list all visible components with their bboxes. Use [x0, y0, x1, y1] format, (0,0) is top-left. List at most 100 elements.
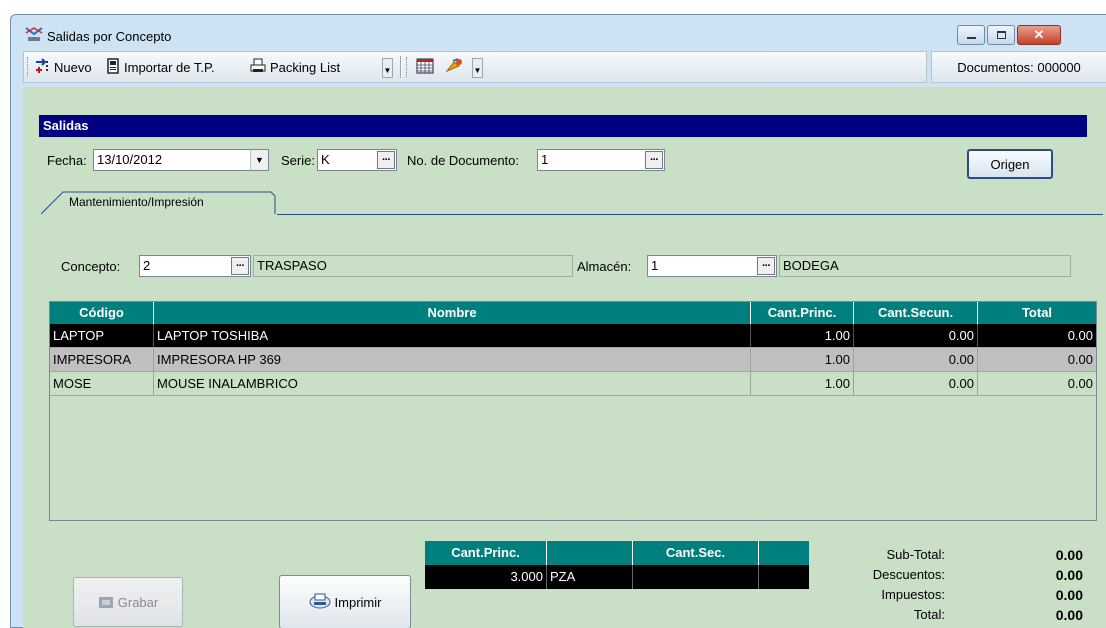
concepto-label: Concepto:: [61, 259, 121, 274]
quantity-summary-grid: Cant.Princ. Cant.Sec. 3.000 PZA: [425, 541, 809, 589]
grabar-button[interactable]: Grabar: [73, 577, 183, 627]
table-row[interactable]: LAPTOP LAPTOP TOSHIBA 1.00 0.00 0.00: [50, 324, 1096, 348]
toolbar-dropdown-1[interactable]: ▼: [382, 58, 393, 78]
cell-nombre: LAPTOP TOSHIBA: [154, 324, 751, 347]
cell-cant-princ: 1.00: [751, 348, 854, 371]
table-row[interactable]: IMPRESORA IMPRESORA HP 369 1.00 0.00 0.0…: [50, 348, 1096, 372]
column-header-cant-secun[interactable]: Cant.Secun.: [854, 302, 978, 324]
cell-codigo: LAPTOP: [50, 324, 154, 347]
toolbar-grip-2[interactable]: [406, 57, 409, 77]
grid-header: Código Nombre Cant.Princ. Cant.Secun. To…: [50, 302, 1096, 324]
close-icon: ✕: [1033, 27, 1045, 42]
cell-nombre: IMPRESORA HP 369: [154, 348, 751, 371]
taxes-value: 0.00: [1055, 587, 1083, 603]
summary-unit-sec: [759, 565, 809, 589]
printer-icon: [309, 592, 331, 613]
origen-button[interactable]: Origen: [967, 149, 1053, 179]
almacen-label: Almacén:: [577, 259, 632, 274]
serie-value: K: [321, 152, 330, 167]
tab-mantenimiento[interactable]: Mantenimiento/Impresión: [41, 191, 277, 215]
serie-label: Serie:: [281, 153, 315, 168]
close-button[interactable]: ✕: [1017, 25, 1061, 45]
cell-total: 0.00: [978, 372, 1096, 395]
column-header-total[interactable]: Total: [978, 302, 1096, 324]
summary-cant-princ: 3.000: [425, 565, 547, 589]
calendar-icon: [416, 58, 434, 77]
new-button[interactable]: Nuevo: [34, 56, 92, 78]
total-value: 0.00: [1055, 607, 1083, 623]
almacen-input[interactable]: 1 ···: [647, 255, 777, 277]
toolbar-grip[interactable]: [27, 57, 30, 77]
column-header-codigo[interactable]: Código: [50, 302, 154, 324]
origen-label: Origen: [990, 156, 1030, 172]
main-panel: Salidas Fecha: 13/10/2012 ▼ Serie: K ···…: [23, 87, 1106, 628]
document-number-label: No. de Documento:: [407, 153, 520, 168]
table-row[interactable]: MOSE MOUSE INALAMBRICO 1.00 0.00 0.00: [50, 372, 1096, 396]
column-header-cant-princ[interactable]: Cant.Princ.: [751, 302, 854, 324]
new-icon: [34, 57, 50, 77]
taxes-label: Impuestos:: [881, 587, 945, 602]
fecha-value: 13/10/2012: [97, 152, 163, 167]
summary-unit: PZA: [547, 565, 633, 589]
total-label: Total:: [913, 607, 945, 622]
cell-total: 0.00: [978, 348, 1096, 371]
document-number-input[interactable]: 1 ···: [537, 149, 665, 171]
discounts-label: Descuentos:: [872, 567, 945, 582]
maximize-button[interactable]: [987, 25, 1015, 45]
ellipsis-icon[interactable]: ···: [377, 151, 395, 169]
concepto-input[interactable]: 2 ···: [139, 255, 251, 277]
cell-cant-secun: 0.00: [854, 324, 978, 347]
window: Salidas por Concepto ✕ Nuevo Importar de…: [0, 0, 1106, 628]
discounts-value: 0.00: [1055, 567, 1083, 583]
quantity-summary-header: Cant.Princ. Cant.Sec.: [425, 541, 809, 565]
ellipsis-icon[interactable]: ···: [645, 151, 663, 169]
imprimir-label: Imprimir: [334, 594, 382, 610]
cell-codigo: MOSE: [50, 372, 154, 395]
minimize-icon: [966, 37, 976, 39]
summary-header-cant-sec: Cant.Sec.: [633, 541, 759, 565]
cell-cant-secun: 0.00: [854, 348, 978, 371]
title-bar[interactable]: Salidas por Concepto ✕: [11, 15, 1106, 49]
tab-divider: [277, 214, 1103, 215]
serie-input[interactable]: K ···: [317, 149, 397, 171]
summary-cant-sec: [633, 565, 759, 589]
summary-header-unit: [547, 541, 633, 565]
subtotal-label: Sub-Total:: [886, 547, 945, 562]
column-header-nombre[interactable]: Nombre: [154, 302, 751, 324]
documents-counter: Documentos: 000000: [931, 51, 1106, 83]
cell-cant-secun: 0.00: [854, 372, 978, 395]
almacen-value: 1: [651, 258, 659, 273]
subtotal-value: 0.00: [1055, 547, 1083, 563]
minimize-button[interactable]: [957, 25, 985, 45]
almacen-description: BODEGA: [779, 255, 1071, 277]
import-icon: [106, 57, 120, 77]
import-label: Importar de T.P.: [124, 59, 215, 75]
tools-button[interactable]: [444, 56, 464, 78]
fecha-combobox[interactable]: 13/10/2012 ▼: [93, 149, 269, 171]
summary-header-unit-sec: [759, 541, 809, 565]
packing-list-button[interactable]: Packing List: [250, 56, 340, 78]
cell-codigo: IMPRESORA: [50, 348, 154, 371]
items-grid[interactable]: Código Nombre Cant.Princ. Cant.Secun. To…: [49, 301, 1097, 521]
maximize-icon: [996, 31, 1006, 39]
chevron-down-icon: ▼: [383, 66, 392, 75]
section-header: Salidas: [39, 115, 1087, 137]
tab-label: Mantenimiento/Impresión: [69, 195, 204, 209]
cell-cant-princ: 1.00: [751, 324, 854, 347]
import-button[interactable]: Importar de T.P.: [106, 56, 215, 78]
summary-header-cant-princ: Cant.Princ.: [425, 541, 547, 565]
chevron-down-icon: ▼: [473, 66, 482, 75]
toolbar-dropdown-2[interactable]: ▼: [472, 58, 483, 78]
calendar-button[interactable]: [416, 56, 434, 78]
window-title: Salidas por Concepto: [47, 29, 172, 44]
chevron-down-icon[interactable]: ▼: [250, 150, 268, 170]
imprimir-button[interactable]: Imprimir: [279, 575, 411, 628]
document-number-value: 1: [541, 152, 549, 167]
concepto-value: 2: [143, 258, 151, 273]
ellipsis-icon[interactable]: ···: [757, 257, 775, 275]
grabar-label: Grabar: [117, 594, 159, 610]
cell-nombre: MOUSE INALAMBRICO: [154, 372, 751, 395]
ellipsis-icon[interactable]: ···: [231, 257, 249, 275]
tools-icon: [444, 57, 464, 78]
quantity-summary-row: 3.000 PZA: [425, 565, 809, 589]
